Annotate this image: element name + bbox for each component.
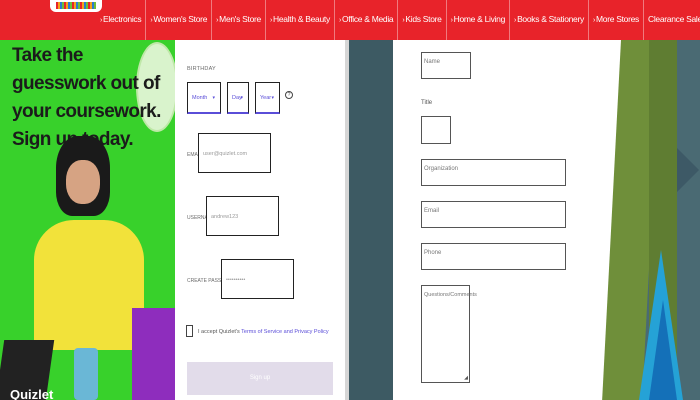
password-field[interactable]: •••••••••• [221, 259, 294, 299]
chevron-down-icon: ▾ [240, 95, 243, 101]
contact-form-page: Name Title Organization Email Phone Ques… [393, 40, 621, 400]
nav-item-health-beauty[interactable]: ›Health & Beauty [264, 0, 334, 40]
nav-item-electronics[interactable]: ›Electronics [96, 0, 145, 40]
email-field[interactable]: user@quizlet.com [198, 133, 271, 173]
chevron-right-icon: › [592, 17, 595, 24]
help-icon[interactable]: ? [285, 91, 293, 99]
nav-item-womens-store[interactable]: ›Women's Store [145, 0, 211, 40]
hero-banner: Take the guesswork out of your coursewor… [0, 40, 175, 400]
title-field[interactable] [421, 116, 451, 144]
document-preview-panel: Name Title Organization Email Phone Ques… [349, 40, 700, 400]
nav-item-more-stores[interactable]: ›More Stores [587, 0, 643, 40]
nav-item-home-living[interactable]: ›Home & Living [445, 0, 509, 40]
student-face-illustration [66, 160, 100, 204]
nav-item-kids-store[interactable]: ›Kids Store [397, 0, 445, 40]
cup-illustration [74, 348, 98, 400]
nav-item-books-stationery[interactable]: ›Books & Stationery [509, 0, 588, 40]
terms-text: I accept Quizlet's Terms of Service and … [198, 329, 329, 335]
chevron-right-icon: › [269, 17, 272, 24]
student-illustration [34, 220, 144, 350]
nav-item-mens-store[interactable]: ›Men's Store [211, 0, 265, 40]
birth-day-select[interactable]: Day ▾ [227, 82, 249, 114]
username-field[interactable]: andrew123 [206, 196, 279, 236]
chevron-right-icon: › [450, 17, 453, 24]
chevron-right-icon: › [338, 17, 341, 24]
comments-textarea[interactable]: Questions/Comments ◢ [421, 285, 477, 383]
title-label: Title [421, 100, 433, 106]
phone-field[interactable]: Phone [421, 243, 566, 270]
terms-link[interactable]: Terms of Service and Privacy Policy [241, 329, 328, 335]
chair-illustration [132, 308, 175, 400]
nav-item-clearance-sale[interactable]: Clearance Sale 2022 [642, 0, 700, 40]
resize-handle-icon[interactable]: ◢ [464, 375, 468, 381]
organization-field[interactable]: Organization [421, 159, 566, 186]
sign-up-button[interactable]: Sign up [187, 362, 333, 395]
chevron-down-icon: ▾ [212, 95, 215, 101]
accept-terms-checkbox[interactable] [186, 325, 193, 337]
birth-month-select[interactable]: Month ▾ [187, 82, 221, 114]
chevron-right-icon: › [216, 17, 219, 24]
category-nav: ›Electronics ›Women's Store ›Men's Store… [96, 0, 700, 40]
panel-left-band [349, 40, 393, 400]
chevron-right-icon: › [514, 17, 517, 24]
nav-item-office-media[interactable]: ›Office & Media [333, 0, 397, 40]
name-field[interactable]: Name [421, 52, 471, 79]
birthday-label: BIRTHDAY [187, 66, 216, 72]
birth-year-select[interactable]: Year ▾ [255, 82, 280, 114]
store-logo[interactable] [50, 0, 102, 12]
email-field[interactable]: Email [421, 201, 566, 228]
chevron-down-icon: ▾ [271, 95, 274, 101]
top-nav-bar: ›Electronics ›Women's Store ›Men's Store… [0, 0, 700, 40]
brand-logo: Quizlet [10, 387, 54, 400]
decorative-triangle [649, 300, 677, 400]
logo-stripes-icon [56, 2, 96, 9]
signup-form: BIRTHDAY Month ▾ Day ▾ Year ▾ ? EMAIL user@… [175, 40, 345, 400]
chevron-right-icon: › [100, 17, 103, 24]
